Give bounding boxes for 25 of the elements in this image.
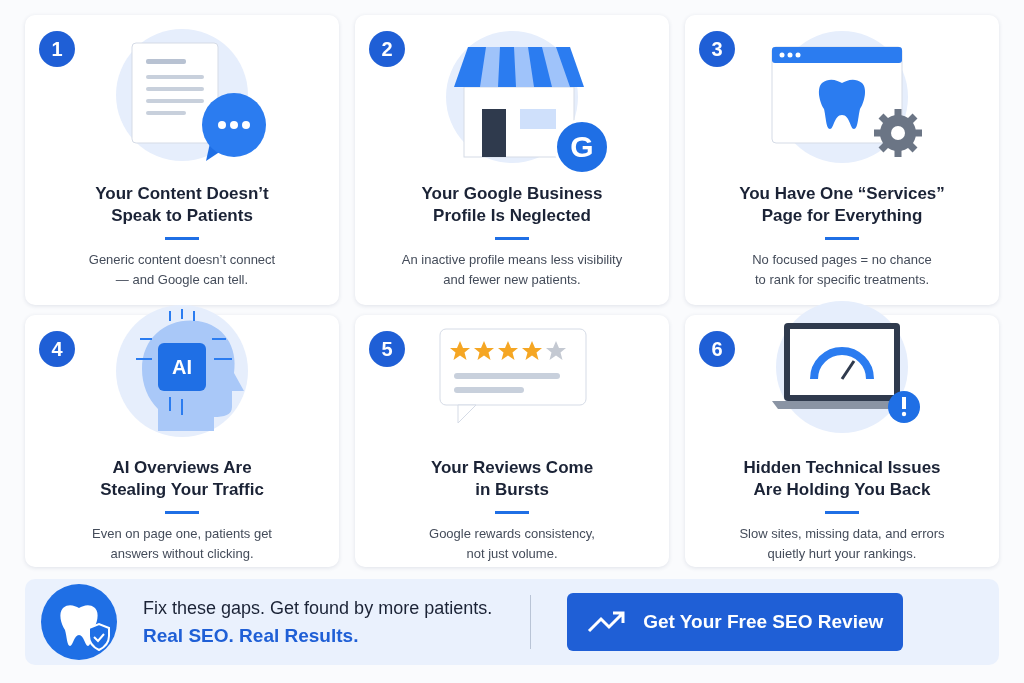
card-description: Google rewards consistency, not just volume. [429,525,595,563]
card-title: AI Overviews Are Stealing Your Traffic [100,457,264,502]
card-description: An inactive profile means less visibility and fewer new patients. [401,251,623,289]
card-description: Generic content doesn’t connect — and Google can tell. [88,251,276,289]
card-title: You Have One “Services” Page for Everything [739,183,945,228]
number-badge: 5 [369,331,405,367]
trending-up-icon [587,609,628,635]
card-description: Slow sites, missing data, and errors quietly hurt your rankings. [739,525,945,563]
card-title: Your Google Business Profile Is Neglected [421,183,603,228]
number-badge: 1 [39,31,75,67]
seo-review-button[interactable]: Get Your Free SEO Review [567,593,904,651]
chip-label: AI [171,355,193,379]
card-title: Hidden Technical Issues Are Holding You Back [743,457,941,502]
number-badge: 6 [699,331,735,367]
number-badge: 3 [699,31,735,67]
logo-badge: G [554,119,610,175]
banner-text: Fix these gaps. Get found by more patients. [143,597,493,619]
banner-tagline: Real SEO. Real Results. [143,624,360,647]
card-description: Even on page one, patients get answers without clicking. [92,525,272,563]
card-description: No focused pages = no chance to rank for specific treatments. [752,251,932,289]
number-badge: 4 [39,331,75,367]
card-title: Your Reviews Come in Bursts [430,457,594,502]
tooth-shield-icon [41,584,117,660]
card-title: Your Content Doesn’t Speak to Patients [95,183,269,228]
number-badge: 2 [369,31,405,67]
